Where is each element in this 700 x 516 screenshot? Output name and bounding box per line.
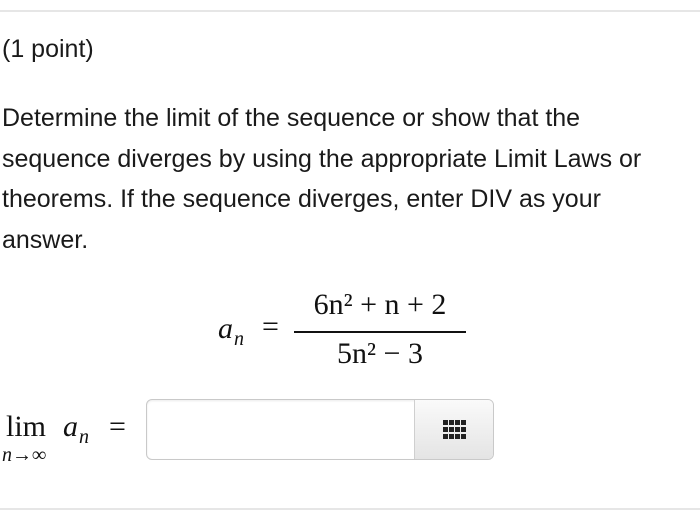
equation-palette-button[interactable]	[414, 400, 493, 459]
limit-variable-subscript: n	[79, 426, 89, 448]
sequence-symbol: a	[218, 312, 233, 345]
sequence-equals: =	[262, 310, 279, 343]
answer-input[interactable]	[147, 400, 413, 459]
sequence-fraction: 6n² + n + 2 5n² − 3	[294, 284, 466, 380]
answer-field	[146, 399, 494, 460]
limit-operator: lim	[6, 410, 47, 443]
fraction-denominator: 5n² − 3	[337, 337, 423, 370]
limit-subscript: n→∞	[2, 444, 47, 466]
fraction-bar	[294, 331, 466, 333]
sequence-name: an	[218, 312, 244, 350]
limit-variable: an	[63, 410, 89, 448]
points-label: (1 point)	[2, 35, 94, 63]
bottom-divider	[0, 508, 700, 510]
limit-equals: =	[109, 410, 126, 443]
sequence-subscript: n	[234, 328, 244, 350]
top-divider	[0, 10, 700, 12]
limit-variable-symbol: a	[63, 410, 78, 443]
problem-instructions: Determine the limit of the sequence or s…	[2, 104, 642, 254]
fraction-numerator: 6n² + n + 2	[313, 288, 447, 321]
grid-keypad-icon	[443, 420, 466, 439]
